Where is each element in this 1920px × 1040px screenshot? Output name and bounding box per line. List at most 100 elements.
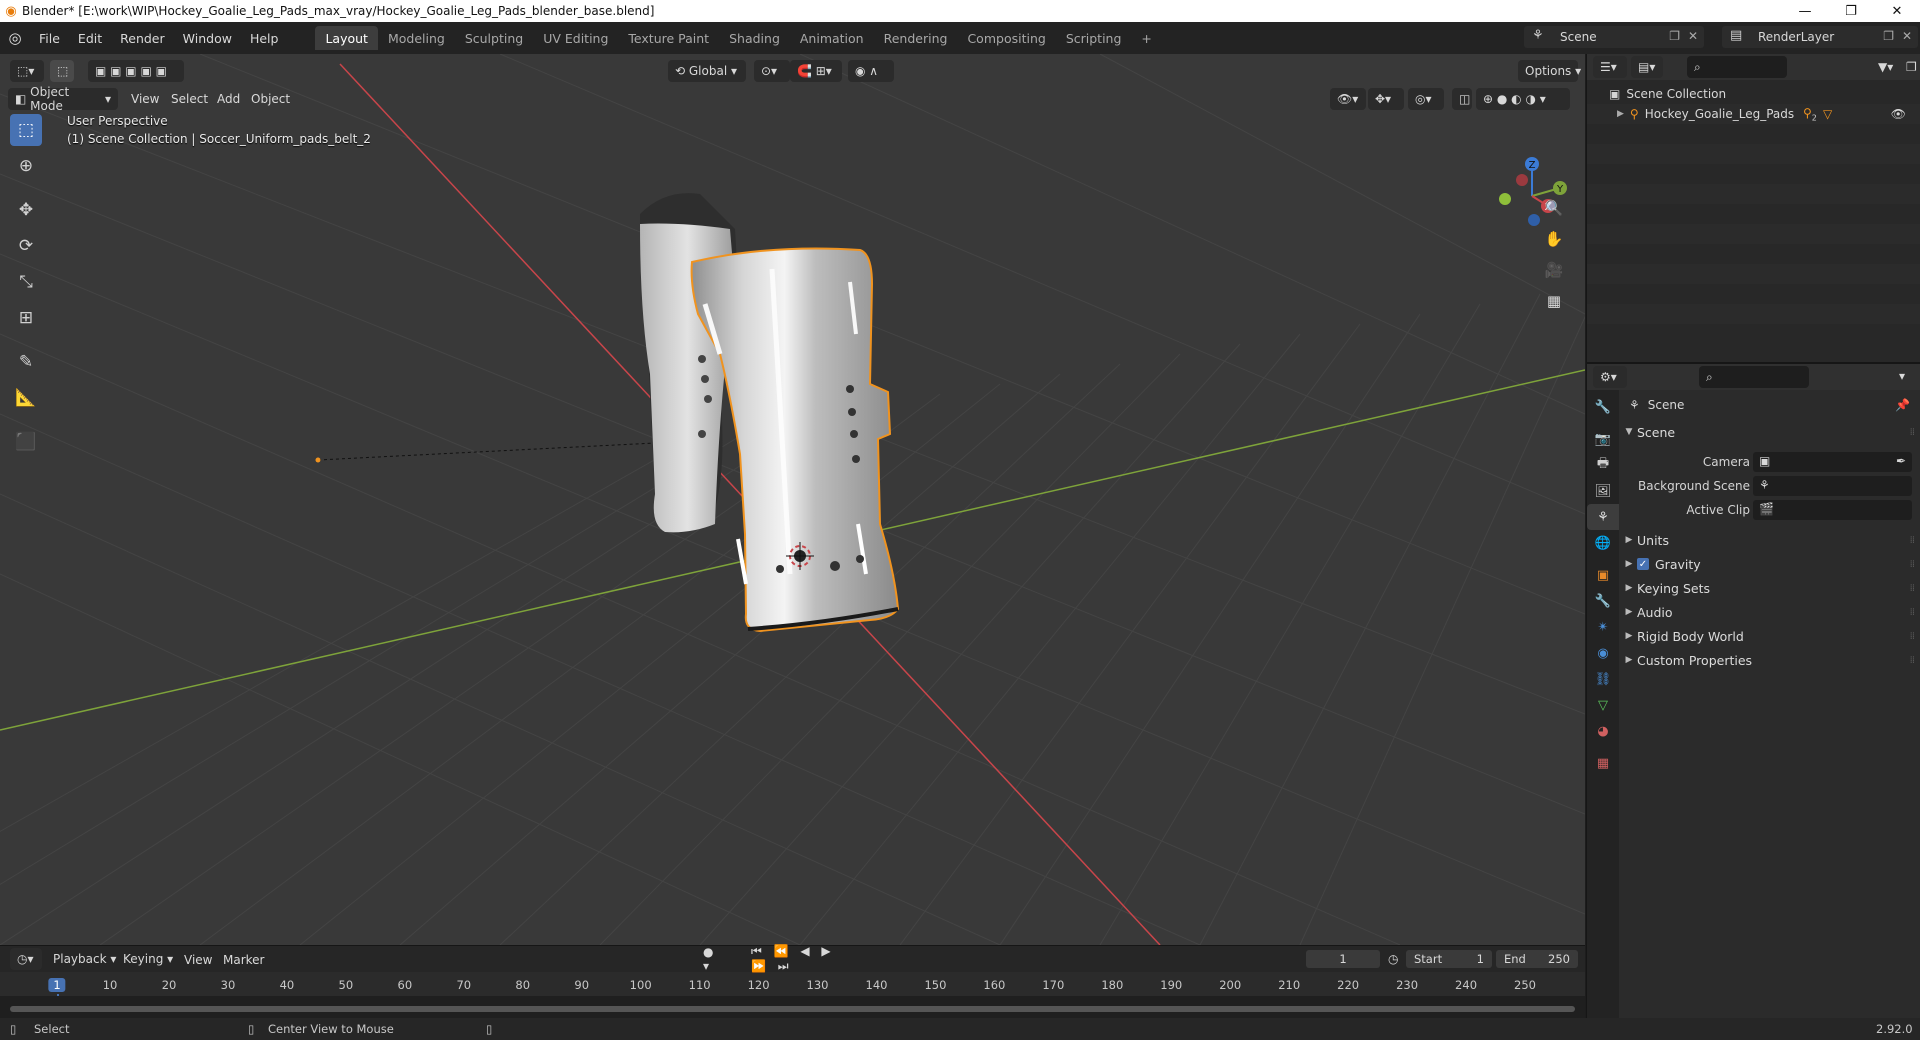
tab-modeling[interactable]: Modeling xyxy=(378,26,455,50)
gravity-panel-header[interactable]: ▶ ✓ Gravity ⁞⁞ xyxy=(1621,552,1920,576)
scale-tool-icon[interactable]: ⤡ xyxy=(10,266,42,298)
selection-mode-icons[interactable]: ▣ ▣ ▣ ▣ ▣ xyxy=(88,60,184,82)
delete-view-layer-icon[interactable]: ✕ xyxy=(1902,29,1912,43)
tab-sculpting[interactable]: Sculpting xyxy=(455,26,533,50)
viewport-menu-view[interactable]: View xyxy=(131,92,159,106)
select-box-tool-icon[interactable]: ⬚ xyxy=(50,60,74,82)
keying-sets-panel-header[interactable]: ▶ Keying Sets ⁞⁞ xyxy=(1621,576,1920,600)
viewport-menu-object[interactable]: Object xyxy=(251,92,290,106)
scene-panel-header[interactable]: ▼ Scene ⁞⁞ xyxy=(1621,420,1920,444)
physics-tab-icon[interactable]: ◉ xyxy=(1587,640,1619,666)
preview-range-icon[interactable]: ◷ xyxy=(1388,952,1398,966)
camera-field[interactable]: ▣ ✒ xyxy=(1753,452,1912,472)
menu-help[interactable]: Help xyxy=(241,27,288,49)
transform-tool-icon[interactable]: ⊞ xyxy=(10,302,42,334)
pivot-point-icon[interactable]: ⊙▾ xyxy=(754,60,790,82)
timeline-menu-marker[interactable]: Marker xyxy=(223,953,264,967)
maximize-button[interactable]: ❐ xyxy=(1828,0,1874,22)
timeline-track[interactable] xyxy=(0,996,1585,1019)
units-panel-header[interactable]: ▶ Units ⁞⁞ xyxy=(1621,528,1920,552)
scene-tab-icon[interactable]: ⚘ xyxy=(1587,504,1619,530)
drag-handle-icon[interactable]: ⁞⁞ xyxy=(1910,631,1915,642)
pin-icon[interactable]: 📌 xyxy=(1895,398,1910,412)
camera-view-icon[interactable]: 🎥 xyxy=(1540,256,1568,284)
xray-icon[interactable]: ◫ xyxy=(1452,88,1472,110)
current-frame-field[interactable]: 1 xyxy=(1306,950,1380,968)
new-view-layer-icon[interactable]: ❐ xyxy=(1883,29,1894,43)
new-scene-icon[interactable]: ❐ xyxy=(1669,29,1680,43)
measure-tool-icon[interactable]: 📐 xyxy=(10,382,42,414)
outliner-search-input[interactable]: ⌕ xyxy=(1687,56,1787,78)
rotate-tool-icon[interactable]: ⟳ xyxy=(10,230,42,262)
tab-compositing[interactable]: Compositing xyxy=(957,26,1055,50)
background-scene-field[interactable]: ⚘ xyxy=(1753,476,1912,496)
menu-edit[interactable]: Edit xyxy=(69,27,111,49)
drag-handle-icon[interactable]: ⁞⁞ xyxy=(1910,427,1915,438)
select-tool-icon[interactable]: ⬚ xyxy=(10,114,42,146)
particles-tab-icon[interactable]: ✴ xyxy=(1587,614,1619,640)
end-frame-field[interactable]: End 250 xyxy=(1496,950,1578,968)
object-data-tab-icon[interactable]: ▽ xyxy=(1587,692,1619,718)
texture-tab-icon[interactable]: ▦ xyxy=(1587,750,1619,776)
modifier-tab-icon[interactable]: 🔧 xyxy=(1587,588,1619,614)
visibility-icon[interactable]: 👁▾ xyxy=(1330,88,1366,110)
tab-animation[interactable]: Animation xyxy=(790,26,874,50)
transform-orientation-dropdown[interactable]: ⟲ Global ▾ xyxy=(668,60,746,82)
proportional-editing-icon[interactable]: ◉ ∧ xyxy=(848,60,894,82)
tab-rendering[interactable]: Rendering xyxy=(874,26,958,50)
pan-hand-icon[interactable]: ✋ xyxy=(1540,225,1568,253)
tab-texture-paint[interactable]: Texture Paint xyxy=(618,26,719,50)
timeline-menu-view[interactable]: View xyxy=(184,953,212,967)
editor-type-icon[interactable]: ⬚▾ xyxy=(10,60,44,82)
properties-search-input[interactable]: ⌕ xyxy=(1699,366,1809,388)
ortho-grid-icon[interactable]: ▦ xyxy=(1540,287,1568,315)
outliner-display-mode-icon[interactable]: ▤▾ xyxy=(1631,56,1663,78)
drag-handle-icon[interactable]: ⁞⁞ xyxy=(1910,559,1915,570)
playback-dropdown[interactable]: Playback ▾ xyxy=(46,948,116,970)
outliner-filter-icon[interactable]: ▼▾ xyxy=(1871,56,1901,78)
add-workspace-button[interactable]: + xyxy=(1131,26,1161,50)
viewport-scene[interactable]: Z Y X xyxy=(0,54,1585,945)
outliner-editor-type-icon[interactable]: ☰▾ xyxy=(1593,56,1627,78)
object-tab-icon[interactable]: ▣ xyxy=(1587,562,1619,588)
viewport-menu-add[interactable]: Add xyxy=(217,92,240,106)
gizmo-toggle-icon[interactable]: ✥▾ xyxy=(1368,88,1404,110)
render-tab-icon[interactable]: 📷 xyxy=(1587,426,1619,452)
outliner-row-object[interactable]: ▶ ⚲ Hockey_Goalie_Leg_Pads ⚲2 ▽ 👁 xyxy=(1587,104,1920,124)
playback-controls[interactable]: ⏮ ⏪ ◀ ▶ ⏩ ⏭ xyxy=(744,944,864,973)
move-tool-icon[interactable]: ✥ xyxy=(10,194,42,226)
3d-viewport[interactable]: Z Y X ⬚▾ ⬚ ▣ ▣ ▣ ▣ ▣ ⟲ Global ▾ ⊙▾ 🧲 ⊞▾ … xyxy=(0,54,1585,945)
zoom-icon[interactable]: 🔍 xyxy=(1540,194,1568,222)
timeline-scrollbar[interactable] xyxy=(10,1006,1575,1012)
custom-properties-panel-header[interactable]: ▶ Custom Properties ⁞⁞ xyxy=(1621,648,1920,672)
delete-scene-icon[interactable]: ✕ xyxy=(1688,29,1698,43)
expand-arrow-icon[interactable]: ▶ xyxy=(1617,109,1624,119)
add-cube-tool-icon[interactable]: ⬛ xyxy=(10,426,42,458)
keying-dropdown[interactable]: Keying ▾ xyxy=(116,948,178,970)
menu-window[interactable]: Window xyxy=(174,27,241,49)
blender-menu-icon[interactable]: ◎ xyxy=(0,29,30,47)
timeline-ruler[interactable]: 1 10 20 30 40 50 60 70 80 90 100 110 120 130 140 150 160… xyxy=(0,974,1585,1022)
timeline-editor-type-icon[interactable]: ◷▾ xyxy=(10,948,42,970)
menu-render[interactable]: Render xyxy=(111,27,174,49)
drag-handle-icon[interactable]: ⁞⁞ xyxy=(1910,583,1915,594)
view-layer-selector[interactable]: ▤ RenderLayer ❐ ✕ xyxy=(1722,26,1918,48)
eyedropper-icon[interactable]: ✒ xyxy=(1896,454,1906,468)
start-frame-field[interactable]: Start 1 xyxy=(1406,950,1492,968)
minimize-button[interactable]: — xyxy=(1782,0,1828,22)
tab-layout[interactable]: Layout xyxy=(315,26,378,50)
scene-selector[interactable]: ⚘ Scene ❐ ✕ xyxy=(1524,26,1704,48)
tab-uv-editing[interactable]: UV Editing xyxy=(533,26,618,50)
auto-keying-icon[interactable]: ● ▾ xyxy=(696,945,730,973)
cursor-tool-icon[interactable]: ⊕ xyxy=(10,150,42,182)
active-clip-field[interactable]: 🎬 xyxy=(1753,500,1912,520)
outliner-row-scene-collection[interactable]: ▣ Scene Collection xyxy=(1587,84,1920,104)
shading-mode-icons[interactable]: ⊕ ● ◐ ◑ ▾ xyxy=(1476,88,1570,110)
material-tab-icon[interactable]: ◕ xyxy=(1587,718,1619,744)
properties-editor-type-icon[interactable]: ⚙▾ xyxy=(1593,366,1627,388)
snapping-icon[interactable]: 🧲 ⊞▾ xyxy=(790,60,842,82)
options-dropdown[interactable]: Options ▾ xyxy=(1518,60,1581,82)
overlays-icon[interactable]: ◎▾ xyxy=(1408,88,1444,110)
object-origin-point[interactable] xyxy=(315,457,321,463)
properties-options-icon[interactable]: ▾ xyxy=(1899,369,1905,383)
